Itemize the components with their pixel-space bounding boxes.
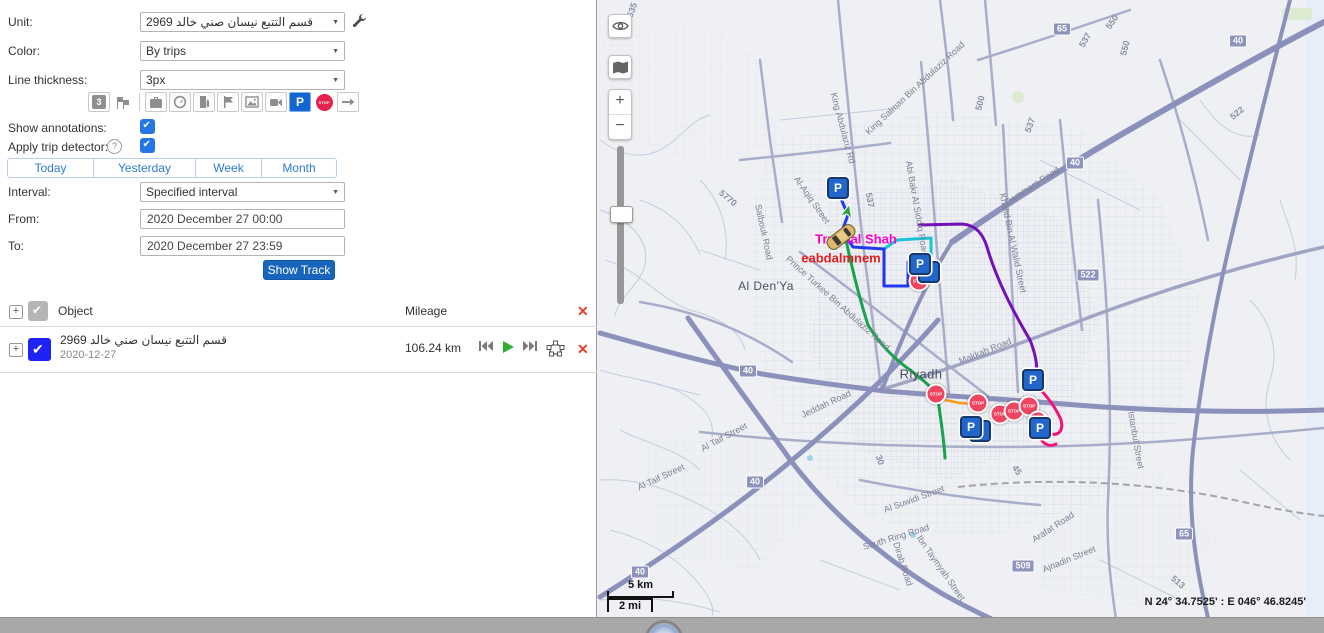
- chevron-down-icon: ▼: [332, 77, 339, 84]
- flags-button[interactable]: [217, 92, 239, 112]
- color-select-value: By trips: [146, 44, 186, 58]
- zoom-slider-track[interactable]: [617, 146, 624, 304]
- unit-select-value: قسم التتبع نيسان صني خالد 2969: [146, 15, 313, 29]
- events-count-icon: 3: [92, 95, 106, 109]
- briefcase-icon: [149, 96, 163, 109]
- select-all-checkbox[interactable]: [28, 301, 48, 321]
- bottom-taskbar: [0, 617, 1324, 633]
- track-result-row[interactable]: + قسم التتبع نيسان صني خالد 2969 2020-12…: [0, 327, 597, 373]
- expand-row-icon[interactable]: +: [9, 343, 23, 357]
- row-date: 2020-12-27: [60, 349, 116, 361]
- today-button[interactable]: Today: [7, 158, 94, 178]
- geofence-polygon-icon[interactable]: [546, 340, 565, 357]
- object-column-header: Object: [58, 304, 93, 318]
- directions-button[interactable]: [337, 92, 359, 112]
- zoom-out-button[interactable]: −: [609, 115, 631, 139]
- stop-sign-icon: STOP: [316, 94, 333, 111]
- parkings-button[interactable]: P: [289, 92, 311, 112]
- scale-km-label: 5 km: [607, 579, 674, 591]
- chevron-down-icon: ▼: [332, 19, 339, 26]
- toolbar-separator: [139, 93, 140, 111]
- visibility-eye-button[interactable]: [608, 14, 632, 38]
- trip-detector-label: Apply trip detector:: [8, 140, 108, 154]
- expand-all-icon[interactable]: +: [9, 305, 23, 319]
- color-label: Color:: [8, 44, 40, 58]
- map-scale: 5 km 2 mi: [607, 579, 674, 612]
- interval-label: Interval:: [8, 185, 51, 199]
- unit-select[interactable]: قسم التتبع نيسان صني خالد 2969 ▼: [140, 12, 345, 32]
- folded-map-icon: [612, 61, 628, 74]
- map-source-button[interactable]: [608, 55, 632, 79]
- stops-button[interactable]: STOP: [313, 92, 335, 112]
- show-track-button[interactable]: Show Track: [263, 260, 335, 280]
- markers-button[interactable]: [112, 92, 134, 112]
- skip-to-start-button[interactable]: [478, 340, 494, 352]
- skip-to-end-button[interactable]: [522, 340, 538, 352]
- flags-pair-icon: [115, 95, 131, 110]
- scale-mi-bar: 2 mi: [607, 598, 653, 612]
- row-mileage: 106.24 km: [405, 341, 461, 355]
- month-button[interactable]: Month: [261, 158, 337, 178]
- arrow-right-icon: [341, 97, 355, 107]
- chevron-down-icon: ▼: [332, 48, 339, 55]
- help-icon[interactable]: ?: [107, 139, 122, 154]
- zoom-slider-thumb[interactable]: [610, 206, 633, 223]
- map[interactable]: Dammam RoadKing Salman Bin Abdulaziz Roa…: [597, 0, 1324, 617]
- trips-button[interactable]: [145, 92, 167, 112]
- results-table-header: + Object Mileage ✕: [0, 296, 597, 327]
- unit-label: Unit:: [8, 15, 33, 29]
- fuel-button[interactable]: [193, 92, 215, 112]
- cursor-coordinates: N 24° 34.7525' : E 046° 46.8245': [1145, 596, 1306, 608]
- zoom-in-button[interactable]: +: [609, 90, 631, 115]
- week-button[interactable]: Week: [195, 158, 262, 178]
- interval-select-value: Specified interval: [146, 185, 237, 199]
- row-unit-name: قسم التتبع نيسان صني خالد 2969: [60, 333, 227, 347]
- from-label: From:: [8, 212, 39, 226]
- unit-settings-wrench-icon[interactable]: [352, 13, 367, 28]
- track-settings-panel: Unit: قسم التتبع نيسان صني خالد 2969 ▼ C…: [0, 0, 597, 617]
- delete-all-icon[interactable]: ✕: [577, 303, 589, 320]
- speedings-button[interactable]: [169, 92, 191, 112]
- show-annotations-checkbox[interactable]: [140, 119, 155, 134]
- parking-icon: P: [296, 95, 304, 109]
- track-layers-toolbar: 3 P STOP: [88, 92, 359, 112]
- quick-range-buttons: Today Yesterday Week Month: [7, 158, 337, 178]
- row-checkbox[interactable]: [28, 338, 51, 361]
- flag-icon: [222, 95, 234, 109]
- show-annotations-label: Show annotations:: [8, 121, 107, 135]
- interval-select[interactable]: Specified interval ▼: [140, 182, 345, 202]
- scale-km-bar: [607, 591, 674, 598]
- line-thickness-value: 3px: [146, 73, 165, 87]
- eye-icon: [612, 20, 629, 32]
- dock-emblem-icon[interactable]: [645, 620, 683, 633]
- images-button[interactable]: [241, 92, 263, 112]
- to-label: To:: [8, 239, 24, 253]
- yesterday-button[interactable]: Yesterday: [93, 158, 196, 178]
- fuel-pump-icon: [198, 95, 211, 109]
- play-track-button[interactable]: [501, 340, 515, 354]
- video-camera-icon: [269, 97, 283, 108]
- video-button[interactable]: [265, 92, 287, 112]
- mileage-column-header: Mileage: [405, 304, 447, 318]
- zoom-control: + −: [608, 89, 632, 140]
- gauge-icon: [173, 95, 187, 109]
- color-select[interactable]: By trips ▼: [140, 41, 345, 61]
- from-input[interactable]: [140, 209, 345, 229]
- delete-row-icon[interactable]: ✕: [577, 341, 589, 358]
- events-count-button[interactable]: 3: [88, 92, 110, 112]
- chevron-down-icon: ▼: [332, 189, 339, 196]
- photo-icon: [245, 96, 259, 108]
- trip-detector-checkbox[interactable]: [140, 138, 155, 153]
- line-thickness-select[interactable]: 3px ▼: [140, 70, 345, 90]
- line-thickness-label: Line thickness:: [8, 73, 87, 87]
- to-input[interactable]: [140, 236, 345, 256]
- map-canvas: [597, 0, 1324, 617]
